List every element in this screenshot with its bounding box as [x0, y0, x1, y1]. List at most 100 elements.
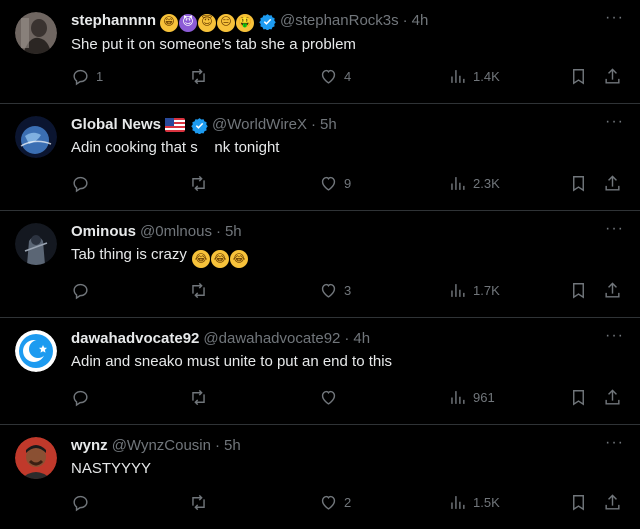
- laughing-tears-emoji: 😂: [230, 250, 249, 268]
- tweet-header: stephannnn 😁 😈 😇 😑 🤑 @stephanRock3s · 4h: [71, 0, 600, 32]
- heart-icon: [321, 283, 336, 298]
- views-button[interactable]: 1.5K: [448, 493, 500, 512]
- reply-icon: [73, 495, 88, 512]
- separator-dot: ·: [215, 223, 221, 240]
- more-options-icon[interactable]: ···: [605, 435, 624, 451]
- separator-dot: ·: [402, 12, 408, 30]
- reply-button[interactable]: [71, 493, 96, 512]
- retweet-icon: [192, 68, 205, 85]
- view-count: 2.3K: [473, 176, 500, 191]
- reply-button[interactable]: [71, 281, 96, 300]
- name-emojis: 😁 😈 😇 😑 🤑: [160, 11, 255, 32]
- bookmark-button[interactable]: [569, 281, 588, 300]
- views-button[interactable]: 2.3K: [448, 174, 500, 193]
- like-button[interactable]: 4: [319, 67, 351, 86]
- more-options-icon[interactable]: ···: [605, 114, 624, 130]
- view-count: 961: [473, 390, 495, 405]
- tweet-header: Ominous @0mlnous · 5h: [71, 211, 600, 242]
- separator-dot: ·: [214, 437, 220, 454]
- more-options-icon[interactable]: ···: [605, 328, 624, 344]
- avatar[interactable]: [15, 223, 57, 265]
- tweet[interactable]: ··· Ominous @0mlnous · 5h Tab thing is c…: [0, 211, 640, 318]
- tweet-text: Adin cooking that s nk tonight: [71, 139, 280, 156]
- timestamp[interactable]: 5h: [225, 222, 242, 242]
- tweet-actions: 1 4 1.4K: [71, 67, 626, 89]
- like-count: 9: [344, 176, 352, 191]
- tweet-actions: 2 1.5K: [71, 493, 626, 515]
- user-handle[interactable]: @dawahadvocate92: [203, 329, 340, 349]
- tweet-actions: 3 1.7K: [71, 281, 626, 303]
- avatar[interactable]: [15, 116, 57, 158]
- retweet-button[interactable]: [189, 174, 214, 193]
- expressionless-face-emoji: 😑: [217, 13, 235, 32]
- tweet-actions: 9 2.3K: [71, 174, 626, 196]
- share-icon: [605, 389, 620, 405]
- like-button[interactable]: 2: [319, 493, 351, 512]
- more-options-icon[interactable]: ···: [605, 221, 624, 237]
- views-button[interactable]: 961: [448, 388, 495, 407]
- tweet[interactable]: ··· dawahadvocate92 @dawahadvocate92 · 4…: [0, 318, 640, 425]
- user-handle[interactable]: @WynzCousin: [112, 436, 211, 456]
- bookmark-icon: [573, 390, 584, 406]
- display-name[interactable]: dawahadvocate92: [71, 329, 199, 349]
- timestamp[interactable]: 4h: [353, 329, 370, 349]
- view-count: 1.7K: [473, 283, 500, 298]
- retweet-button[interactable]: [189, 388, 214, 407]
- like-button[interactable]: [319, 388, 344, 407]
- user-handle[interactable]: @stephanRock3s: [280, 11, 399, 31]
- view-count: 1.4K: [473, 69, 500, 84]
- verified-badge-icon: [259, 13, 276, 30]
- reply-count: 1: [96, 69, 104, 84]
- tweet-text-container: Tab thing is crazy 😂 😂 😂: [71, 244, 600, 268]
- bookmark-button[interactable]: [569, 67, 588, 86]
- laughing-tears-emoji: 😂: [192, 250, 211, 268]
- views-button[interactable]: 1.4K: [448, 67, 500, 86]
- share-button[interactable]: [603, 67, 622, 86]
- tweet-feed: ··· stephannnn 😁 😈 😇 😑 🤑 @stephanRock3s · 4h…: [0, 0, 640, 529]
- user-handle[interactable]: @0mlnous: [140, 222, 212, 242]
- share-icon: [605, 282, 620, 298]
- share-button[interactable]: [603, 174, 622, 193]
- display-name[interactable]: wynz: [71, 436, 108, 456]
- like-button[interactable]: 9: [319, 174, 351, 193]
- reply-icon: [73, 283, 88, 300]
- retweet-button[interactable]: [189, 281, 214, 300]
- tweet-text: Adin and sneako must unite to put an end…: [71, 353, 393, 370]
- share-icon: [605, 68, 620, 84]
- avatar[interactable]: [15, 437, 57, 479]
- share-button[interactable]: [603, 388, 622, 407]
- more-options-icon[interactable]: ···: [605, 10, 624, 26]
- timestamp[interactable]: 5h: [320, 115, 337, 135]
- tweet-actions: 961: [71, 388, 626, 410]
- retweet-button[interactable]: [189, 493, 214, 512]
- share-icon: [605, 175, 620, 191]
- reply-button[interactable]: [71, 174, 96, 193]
- heart-icon: [321, 176, 336, 191]
- display-name[interactable]: stephannnn: [71, 11, 156, 31]
- avatar[interactable]: [15, 330, 57, 372]
- halo-face-emoji: 😇: [198, 13, 216, 32]
- bookmark-button[interactable]: [569, 388, 588, 407]
- display-name[interactable]: Global News: [71, 115, 161, 135]
- like-button[interactable]: 3: [319, 281, 351, 300]
- share-button[interactable]: [603, 281, 622, 300]
- user-handle[interactable]: @WorldWireX: [212, 115, 307, 135]
- tweet[interactable]: ··· stephannnn 😁 😈 😇 😑 🤑 @stephanRock3s · 4h…: [0, 0, 640, 104]
- reply-button[interactable]: 1: [71, 67, 103, 86]
- tweet[interactable]: ··· wynz @WynzCousin · 5h NASTYYYY 2 1.5…: [0, 425, 640, 529]
- timestamp[interactable]: 5h: [224, 436, 241, 456]
- separator-dot: ·: [344, 330, 350, 347]
- display-name[interactable]: Ominous: [71, 222, 136, 242]
- tweet-header: wynz @WynzCousin · 5h: [71, 425, 600, 456]
- avatar[interactable]: [15, 12, 57, 54]
- view-count: 1.5K: [473, 495, 500, 510]
- timestamp[interactable]: 4h: [412, 11, 429, 31]
- bookmark-button[interactable]: [569, 174, 588, 193]
- views-button[interactable]: 1.7K: [448, 281, 500, 300]
- share-button[interactable]: [603, 493, 622, 512]
- grinning-face-emoji: 😁: [160, 13, 178, 32]
- retweet-button[interactable]: [189, 67, 214, 86]
- tweet[interactable]: ··· Global News @WorldWireX · 5h Adin co…: [0, 104, 640, 211]
- bookmark-button[interactable]: [569, 493, 588, 512]
- reply-button[interactable]: [71, 388, 96, 407]
